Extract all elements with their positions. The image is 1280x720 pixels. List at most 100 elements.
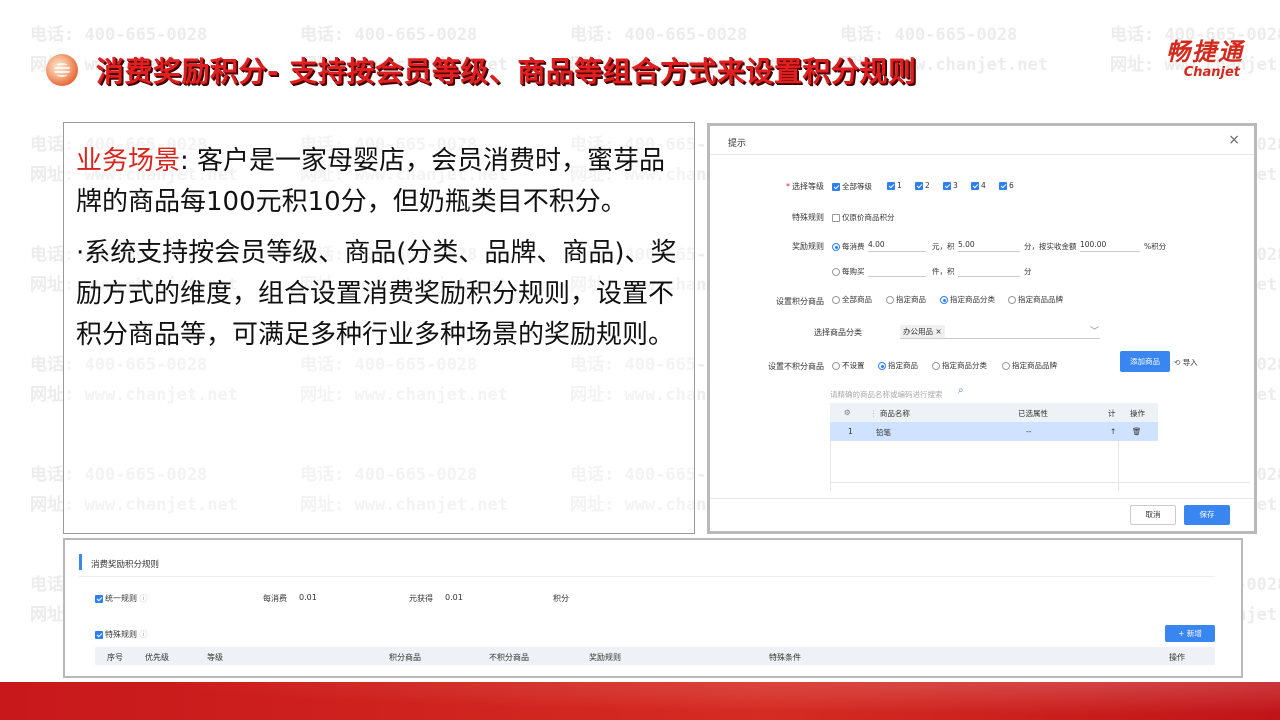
points-amount-input[interactable]: 5.00: [958, 240, 1020, 252]
special-rule-checkbox[interactable]: 特殊规则 ⓘ: [95, 629, 148, 640]
no-points-brand-radio[interactable]: 指定商品品牌: [1002, 360, 1057, 371]
watermark-phone: 电话: 400-665-0028: [300, 25, 478, 45]
scenario-paragraph: 业务场景: 客户是一家母婴店，会员消费时，蜜芽品牌的商品每100元积10分，但奶…: [76, 141, 686, 223]
row-attr: --: [1026, 427, 1032, 436]
no-points-category-radio[interactable]: 指定商品分类: [932, 360, 987, 371]
rules-section-title: 消费奖励积分规则: [91, 560, 160, 570]
import-button[interactable]: ⟲ 导入: [1174, 357, 1198, 368]
col-no-points-goods: 不积分商品: [489, 653, 529, 662]
per-spend-radio[interactable]: 每消费: [832, 241, 865, 252]
close-icon[interactable]: ×: [1228, 132, 1240, 148]
level-3-checkbox[interactable]: 3: [943, 181, 958, 190]
level-4-checkbox[interactable]: 4: [971, 181, 986, 190]
dialog-divider: [710, 154, 1254, 155]
category-label: 选择商品分类: [814, 328, 862, 337]
delete-icon[interactable]: 🗑: [1132, 427, 1142, 436]
no-points-goods-radio[interactable]: 指定商品: [878, 360, 918, 371]
slide-title: 消费奖励积分- 支持按会员等级、商品等组合方式来设置积分规则: [96, 55, 917, 88]
footer-band-highlight: [0, 682, 1280, 720]
level-all-checkbox[interactable]: 全部等级: [832, 181, 872, 192]
goods-table-header: ⚙ ⋮ 商品名称 已选属性 计 操作: [830, 403, 1158, 422]
col-count: 计: [1108, 409, 1116, 418]
footer-divider: [710, 498, 1254, 499]
settings-icon[interactable]: ⚙: [844, 408, 851, 417]
rule-dialog-screenshot: 提示 × * 选择等级 全部等级 1 2 3 4 6 特殊规则 仅原价商品积分 奖…: [707, 123, 1257, 534]
col-seq: 序号: [107, 653, 123, 662]
col-level: 等级: [207, 653, 223, 662]
unified-rule-checkbox[interactable]: 统一规则 ⓘ: [95, 593, 148, 604]
original-price-checkbox[interactable]: 仅原价商品积分: [832, 212, 895, 223]
col-actions: 操作: [1130, 409, 1145, 418]
actual-amount-text: 分，按实收金额: [1024, 242, 1077, 251]
col-selected-attr: 已选属性: [1018, 409, 1048, 418]
search-icon[interactable]: ⌕: [958, 385, 964, 396]
points-goods-label: 设置积分商品: [776, 297, 824, 306]
level-6-checkbox[interactable]: 6: [999, 181, 1014, 190]
goods-search-input[interactable]: 请精确的商品名称或编码进行搜索: [830, 389, 943, 400]
cancel-button[interactable]: 取消: [1130, 505, 1176, 525]
level-label: * 选择等级: [786, 182, 824, 191]
brand-logo: 畅捷通 Chanjet: [1166, 38, 1244, 80]
add-rule-button[interactable]: + 新增: [1165, 625, 1215, 642]
spend-amount-input[interactable]: 4.00: [868, 240, 926, 252]
brand-name-cn: 畅捷通: [1166, 38, 1244, 66]
each-spend-value[interactable]: 0.01: [299, 593, 317, 602]
rules-list-screenshot: 消费奖励积分规则 统一规则 ⓘ 每消费 0.01 元获得 0.01 积分 特殊规…: [63, 538, 1243, 678]
rules-table-header: 序号 优先级 等级 积分商品 不积分商品 奖励规则 特殊条件 操作: [95, 647, 1215, 665]
percent-points-text: %积分: [1144, 242, 1167, 251]
col-priority: 优先级: [145, 653, 169, 662]
chevron-down-icon[interactable]: ﹀: [1090, 324, 1099, 337]
watermark-phone: 电话: 400-665-0028: [30, 25, 208, 45]
level-2-checkbox[interactable]: 2: [915, 181, 930, 190]
brand-name-en: Chanjet: [1183, 65, 1240, 80]
points-all-goods-radio[interactable]: 全部商品: [832, 294, 872, 305]
each-spend-label: 每消费: [263, 594, 287, 603]
special-rule-label: 特殊规则: [792, 213, 824, 222]
scenario-label: 业务场景: [76, 146, 181, 176]
row-index: 1: [848, 427, 853, 436]
table-left-border: [830, 441, 831, 491]
section-accent-bar: [79, 554, 82, 570]
table-bottom-border: [830, 482, 1250, 483]
import-icon: ⟲: [1174, 358, 1181, 367]
help-icon: ⓘ: [139, 594, 148, 603]
points-specified-category-radio[interactable]: 指定商品分类: [940, 294, 995, 305]
purchase-qty-input[interactable]: [868, 265, 926, 277]
watermark-phone: 电话: 400-665-0028: [570, 25, 748, 45]
feature-paragraph: ·系统支持按会员等级、商品(分类、品牌、商品)、奖励方式的维度，组合设置消费奖励…: [76, 238, 677, 350]
table-row[interactable]: 1 铅笔 -- ↑ 🗑: [830, 422, 1158, 441]
category-select[interactable]: 办公用品 ×: [900, 323, 1100, 339]
per-purchase-radio[interactable]: 每购买: [832, 266, 865, 277]
title-bullet-icon: [46, 54, 78, 86]
save-button[interactable]: 保存: [1184, 505, 1230, 525]
col-special-condition: 特殊条件: [769, 653, 801, 662]
points-specified-goods-radio[interactable]: 指定商品: [886, 294, 926, 305]
points-unit-text: 分: [1024, 267, 1032, 276]
actual-percent-input[interactable]: 100.00: [1080, 240, 1140, 252]
table-col-border: [1118, 441, 1119, 491]
dialog-title: 提示: [728, 139, 747, 149]
add-goods-button[interactable]: 添加商品: [1120, 351, 1170, 372]
level-1-checkbox[interactable]: 1: [887, 181, 902, 190]
col-goods-name: ⋮ 商品名称: [870, 409, 910, 418]
row-goods-name: 铅笔: [876, 428, 891, 437]
category-tag[interactable]: 办公用品 ×: [900, 325, 945, 338]
col-points-goods: 积分商品: [389, 653, 421, 662]
purchase-points-input[interactable]: [958, 265, 1020, 277]
no-points-label: 设置不积分商品: [768, 362, 824, 371]
scenario-textbox: 业务场景: 客户是一家母婴店，会员消费时，蜜芽品牌的商品每100元积10分，但奶…: [63, 122, 695, 534]
slide: 电话: 400-665-0028 网址: www.chanjet.net 电话: 4…: [0, 0, 1280, 720]
col-operation: 操作: [1169, 653, 1185, 662]
col-reward-rule: 奖励规则: [589, 653, 621, 662]
pieces-points-text: 件，积: [932, 267, 955, 276]
points-specified-brand-radio[interactable]: 指定商品品牌: [1008, 294, 1063, 305]
section-divider: [79, 576, 1215, 577]
no-points-none-radio[interactable]: 不设置: [832, 360, 865, 371]
arrow-up-icon[interactable]: ↑: [1110, 427, 1116, 436]
reward-rule-label: 奖励规则: [792, 242, 824, 251]
yuan-points-text: 元，积: [932, 242, 955, 251]
help-icon: ⓘ: [139, 630, 148, 639]
yuan-get-label: 元获得: [409, 594, 433, 603]
points-label: 积分: [553, 594, 569, 603]
yuan-get-value[interactable]: 0.01: [445, 593, 463, 602]
